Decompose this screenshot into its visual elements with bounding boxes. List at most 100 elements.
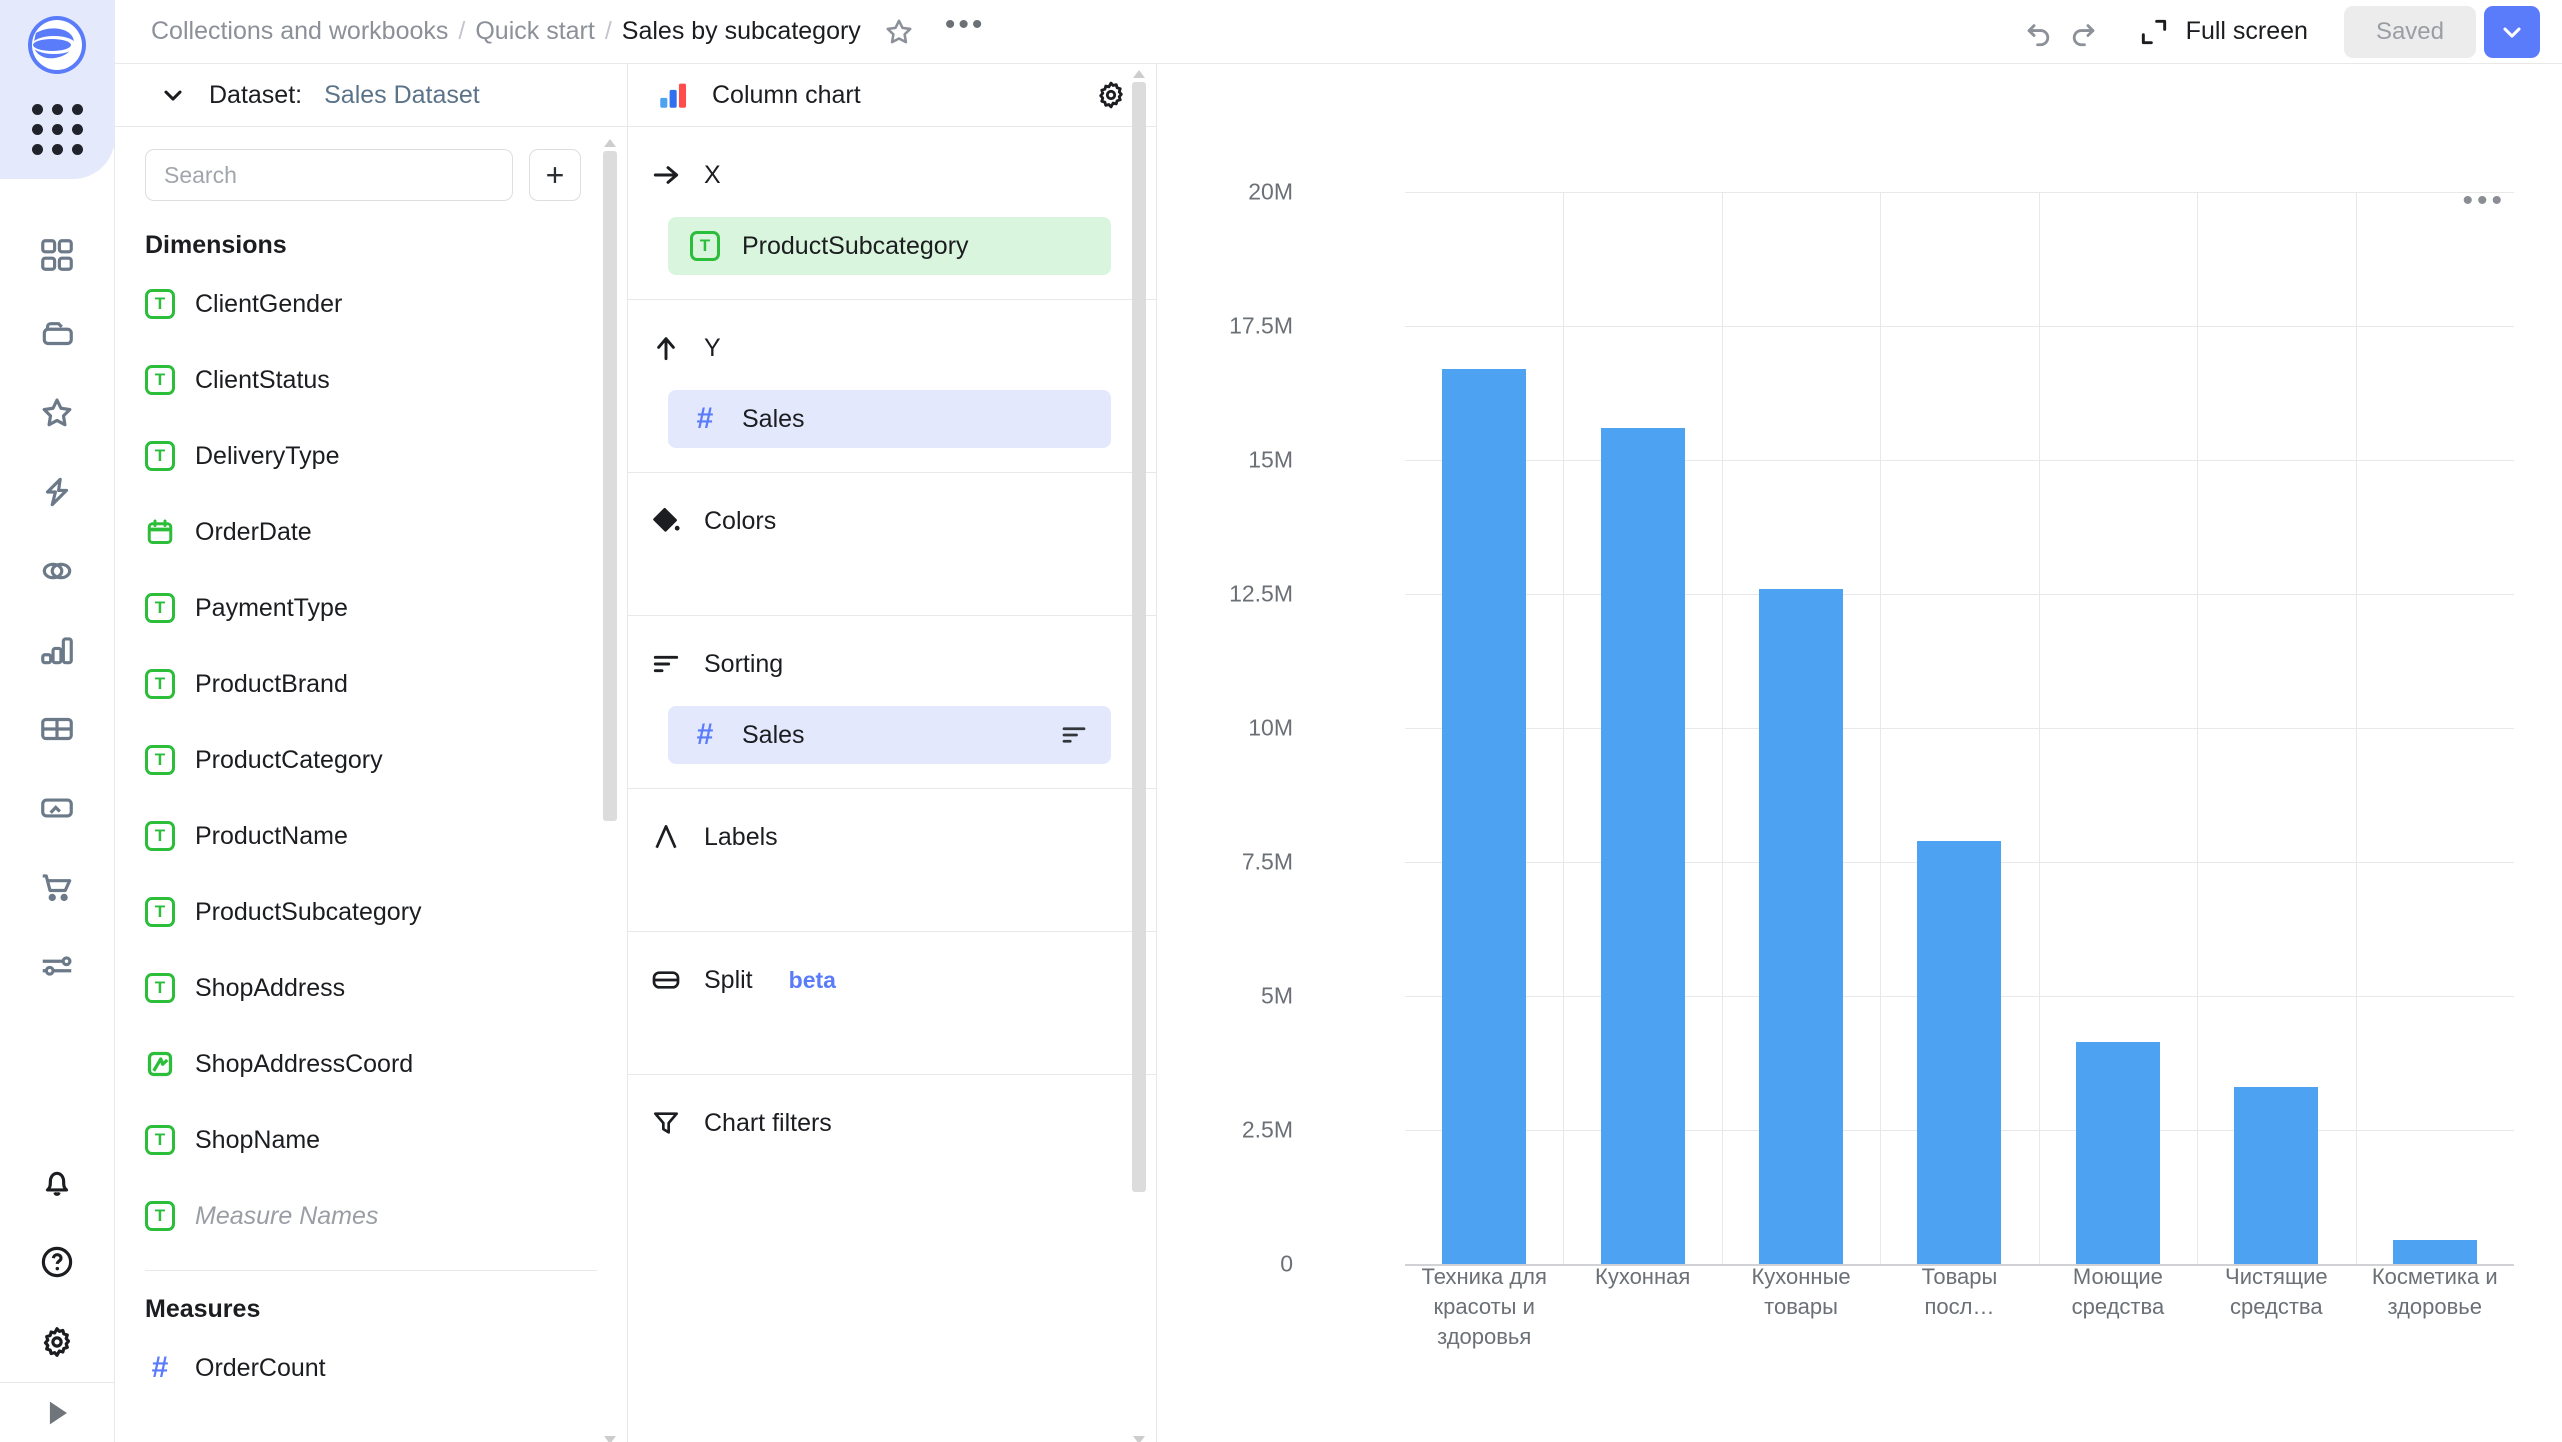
sidebar-item-settings-params[interactable] bbox=[18, 926, 96, 1005]
scroll-up-arrow-icon[interactable] bbox=[1133, 70, 1145, 78]
scrollbar-thumb[interactable] bbox=[1132, 82, 1146, 1192]
section-labels: Labels bbox=[628, 789, 1156, 932]
sidebar-item-gallery[interactable] bbox=[18, 768, 96, 847]
number-type-icon: # bbox=[696, 718, 714, 751]
scrollbar-thumb[interactable] bbox=[603, 151, 617, 821]
list-item[interactable]: # OrderCount bbox=[115, 1330, 627, 1406]
chart-bar[interactable] bbox=[1600, 427, 1685, 1264]
list-item[interactable]: T PaymentType bbox=[115, 570, 627, 646]
section-x-header: X bbox=[628, 151, 1156, 199]
scroll-down-arrow-icon[interactable] bbox=[1133, 1436, 1145, 1442]
chart-bar[interactable] bbox=[1759, 588, 1844, 1264]
text-type-icon: T bbox=[145, 669, 175, 699]
expand-rail-button[interactable] bbox=[0, 1382, 115, 1442]
sidebar-item-datasets[interactable] bbox=[18, 531, 96, 610]
dataset-header[interactable]: Dataset: Sales Dataset bbox=[115, 64, 627, 127]
breadcrumb-separator: / bbox=[458, 17, 466, 45]
notifications-button[interactable] bbox=[18, 1142, 96, 1222]
redo-icon[interactable] bbox=[2066, 15, 2100, 49]
measures-title: Measures bbox=[145, 1295, 261, 1323]
field-pill-y[interactable]: # Sales bbox=[668, 390, 1111, 448]
chart-bar[interactable] bbox=[2234, 1087, 2319, 1264]
section-colors-empty[interactable] bbox=[628, 545, 1156, 591]
x-axis-tick-label: Кухонные товары bbox=[1751, 1264, 1851, 1319]
datalens-logo[interactable] bbox=[26, 14, 88, 76]
search-input[interactable] bbox=[145, 149, 513, 201]
x-axis-tick-label: Техника для красоты и здоровья bbox=[1421, 1264, 1547, 1349]
help-button[interactable] bbox=[18, 1222, 96, 1302]
list-item[interactable]: T ProductSubcategory bbox=[115, 874, 627, 950]
list-item[interactable]: T ProductBrand bbox=[115, 646, 627, 722]
page-more-menu-icon[interactable]: ••• bbox=[945, 9, 986, 44]
sidebar-item-quick[interactable] bbox=[18, 452, 96, 531]
sidebar-item-favorites[interactable] bbox=[18, 373, 96, 452]
breadcrumb-quick-start[interactable]: Quick start bbox=[475, 17, 594, 46]
undo-icon[interactable] bbox=[2022, 15, 2056, 49]
field-label: PaymentType bbox=[195, 593, 348, 622]
fullscreen-button[interactable]: Full screen bbox=[2138, 16, 2308, 48]
list-item[interactable]: T ShopName bbox=[115, 1102, 627, 1178]
chart-bar[interactable] bbox=[2392, 1239, 2477, 1264]
breadcrumb-collections[interactable]: Collections and workbooks bbox=[151, 17, 448, 46]
list-item[interactable]: T ClientGender bbox=[115, 266, 627, 342]
list-item[interactable]: T ClientStatus bbox=[115, 342, 627, 418]
dataset-fields: + Dimensions T ClientGender T ClientStat… bbox=[115, 127, 627, 1406]
breadcrumb-separator: / bbox=[604, 17, 612, 45]
dataset-label: Dataset: bbox=[209, 80, 303, 109]
sidebar-item-dashboards[interactable] bbox=[18, 215, 96, 294]
chart-bar[interactable] bbox=[2075, 1041, 2160, 1264]
visualization-scrollbar[interactable] bbox=[1132, 70, 1146, 1442]
field-label: ProductName bbox=[195, 821, 348, 850]
chart-type-label: Column chart bbox=[712, 80, 861, 109]
top-header: Collections and workbooks / Quick start … bbox=[115, 0, 2562, 64]
chart-bar-slot bbox=[2039, 192, 2197, 1264]
dimensions-title: Dimensions bbox=[145, 231, 287, 259]
dataset-fields-scroll: + Dimensions T ClientGender T ClientStat… bbox=[115, 127, 627, 1442]
section-split: Split beta bbox=[628, 932, 1156, 1075]
field-label: ShopName bbox=[195, 1125, 321, 1154]
sidebar-item-marketplace[interactable] bbox=[18, 847, 96, 926]
scroll-up-arrow-icon[interactable] bbox=[604, 139, 616, 147]
apps-grid-icon[interactable] bbox=[31, 98, 83, 157]
chevron-down-icon[interactable] bbox=[159, 81, 187, 109]
add-field-button[interactable]: + bbox=[529, 149, 581, 201]
sort-direction-icon[interactable] bbox=[1059, 720, 1089, 750]
paint-bucket-icon bbox=[650, 505, 682, 537]
arrow-up-icon bbox=[650, 332, 682, 364]
list-item[interactable]: T Measure Names bbox=[115, 1178, 627, 1254]
star-outline-icon[interactable] bbox=[883, 16, 915, 48]
text-type-icon: T bbox=[145, 897, 175, 927]
list-item[interactable]: OrderDate bbox=[115, 494, 627, 570]
sidebar-item-charts[interactable] bbox=[18, 610, 96, 689]
dataset-scrollbar[interactable] bbox=[603, 139, 617, 1442]
chart-bar[interactable] bbox=[1917, 840, 2002, 1264]
field-label: DeliveryType bbox=[195, 441, 340, 470]
chart-panel: ••• 0 2.5M 5M 7.5M 10M 12.5M 15M 17.5M 20M Техни… bbox=[1157, 64, 2562, 1442]
y-axis-tick-label: 2.5M bbox=[1241, 1116, 1293, 1143]
visualization-header: Column chart bbox=[628, 64, 1156, 127]
page-title: Sales by subcategory bbox=[621, 17, 861, 45]
list-item[interactable]: T ShopAddress bbox=[115, 950, 627, 1026]
settings-button[interactable] bbox=[18, 1302, 96, 1382]
list-item[interactable]: T DeliveryType bbox=[115, 418, 627, 494]
section-split-empty[interactable] bbox=[628, 1004, 1156, 1050]
chart-category-tick bbox=[1721, 192, 1723, 1264]
x-axis-tick-label: Чистящие средства bbox=[2225, 1264, 2328, 1319]
sidebar-item-collections[interactable] bbox=[18, 294, 96, 373]
sidebar-item-tables[interactable] bbox=[18, 689, 96, 768]
field-pill-x[interactable]: T ProductSubcategory bbox=[668, 217, 1111, 275]
save-dropdown-button[interactable] bbox=[2484, 5, 2540, 58]
visualization-sections: X T ProductSubcategory Y # Sales Colors … bbox=[628, 127, 1156, 1442]
gear-icon[interactable] bbox=[1094, 78, 1128, 112]
field-pill-label: Sales bbox=[742, 720, 805, 749]
list-item[interactable]: T ProductCategory bbox=[115, 722, 627, 798]
field-pill-sorting[interactable]: # Sales bbox=[668, 706, 1111, 764]
list-item[interactable]: T ProductName bbox=[115, 798, 627, 874]
section-labels-empty[interactable] bbox=[628, 861, 1156, 907]
list-item[interactable]: ShopAddressCoord bbox=[115, 1026, 627, 1102]
chart-bar[interactable] bbox=[1442, 368, 1527, 1264]
section-y-header: Y bbox=[628, 324, 1156, 372]
scroll-down-arrow-icon[interactable] bbox=[604, 1436, 616, 1442]
dataset-name-link[interactable]: Sales Dataset bbox=[324, 81, 480, 110]
chart-bar-slot bbox=[1722, 192, 1880, 1264]
